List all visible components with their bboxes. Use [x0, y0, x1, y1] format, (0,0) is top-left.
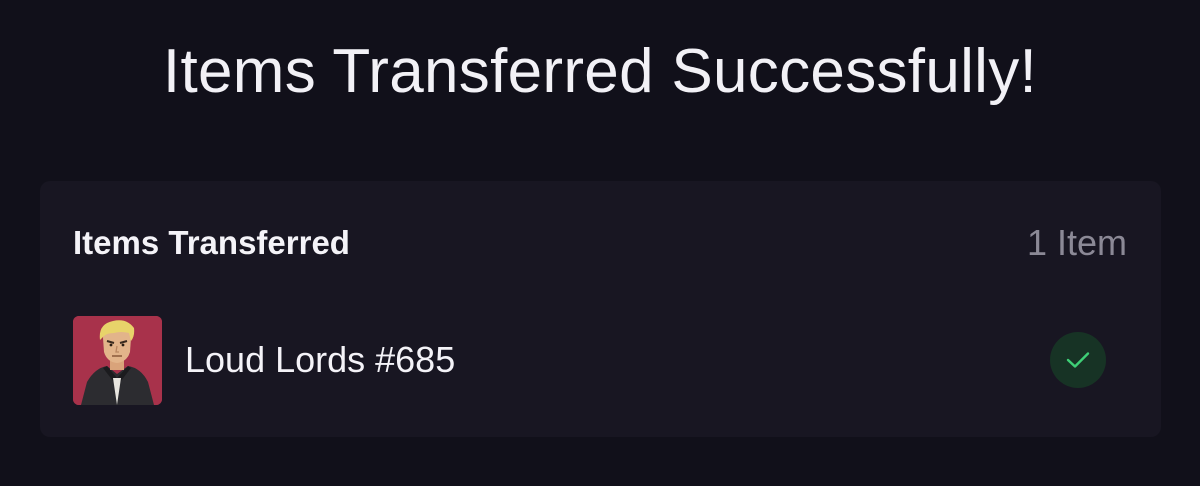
item-name: Loud Lords #685: [185, 339, 456, 380]
page-title: Items Transferred Successfully!: [162, 37, 1038, 106]
transferred-items-card: Items Transferred 1 Item Loud Lords #685: [40, 181, 1161, 437]
card-header: Items Transferred 1 Item: [73, 221, 1127, 265]
check-icon: [1050, 332, 1106, 388]
list-item[interactable]: Loud Lords #685: [73, 315, 1106, 405]
character-portrait-icon: [73, 315, 162, 405]
item-count: 1 Item: [1026, 222, 1127, 263]
section-title: Items Transferred: [73, 224, 350, 261]
